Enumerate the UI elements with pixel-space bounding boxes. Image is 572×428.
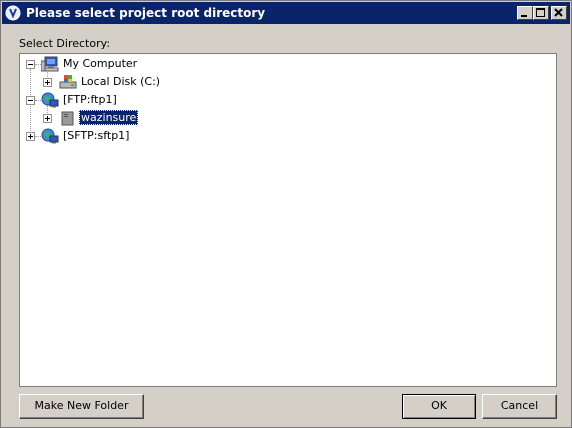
tree-node-my-computer[interactable]: My Computer [20, 56, 220, 73]
title-bar[interactable]: Please select project root directory [2, 2, 570, 24]
tree-node-label: [SFTP:sftp1] [63, 129, 130, 142]
tree-node-wazinsure[interactable]: wazinsure [20, 110, 220, 127]
plus-icon [45, 80, 50, 85]
tree-node-label: wazinsure [79, 110, 139, 125]
cancel-button[interactable]: Cancel [482, 394, 557, 419]
network-globe-icon [41, 128, 59, 144]
maximize-button[interactable] [533, 6, 549, 20]
tree-node-sftp1[interactable]: [SFTP:sftp1] [20, 128, 220, 145]
close-button[interactable] [551, 6, 567, 20]
drive-icon [59, 74, 77, 90]
window-title: Please select project root directory [26, 6, 266, 20]
collapse-toggle[interactable] [26, 96, 35, 105]
close-icon [554, 8, 563, 17]
network-globe-icon [41, 92, 59, 108]
expand-toggle[interactable] [43, 114, 52, 123]
server-folder-icon [59, 110, 77, 126]
dialog-window: Please select project root directory Sel… [0, 0, 572, 428]
tree-node-label: My Computer [63, 57, 138, 70]
ok-button[interactable]: OK [402, 394, 476, 419]
directory-tree[interactable]: My Computer Local Disk (C:) [FTP:ftp1] w… [19, 53, 557, 387]
minus-icon [28, 100, 33, 101]
app-icon [5, 5, 21, 21]
collapse-toggle[interactable] [26, 60, 35, 69]
plus-icon [28, 134, 33, 139]
expand-toggle[interactable] [43, 78, 52, 87]
tree-node-label: [FTP:ftp1] [63, 93, 117, 106]
make-new-folder-button[interactable]: Make New Folder [19, 394, 144, 419]
select-directory-label: Select Directory: [19, 37, 111, 50]
expand-toggle[interactable] [26, 132, 35, 141]
tree-node-local-disk[interactable]: Local Disk (C:) [20, 74, 220, 91]
minus-icon [28, 64, 33, 65]
minimize-icon [521, 15, 527, 17]
tree-node-ftp1[interactable]: [FTP:ftp1] [20, 92, 220, 109]
plus-icon [45, 116, 50, 121]
computer-icon [40, 56, 59, 72]
maximize-icon [536, 8, 545, 17]
minimize-button[interactable] [517, 6, 533, 20]
tree-node-label: Local Disk (C:) [81, 75, 161, 88]
